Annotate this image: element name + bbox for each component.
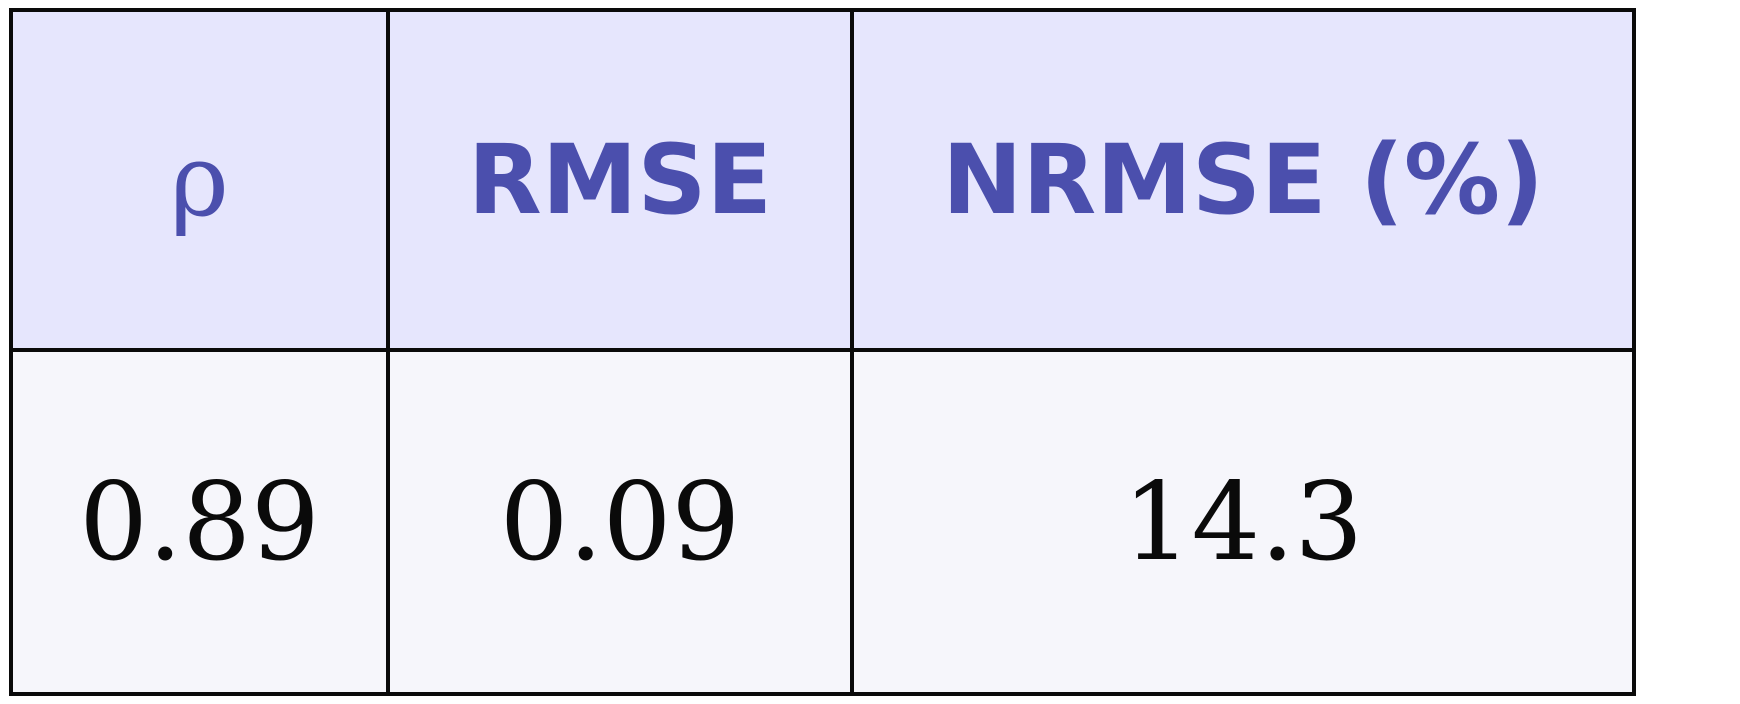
metrics-table: ρ RMSE NRMSE (%) 0.89 0.09 14.3 [9, 8, 1636, 696]
cell-rmse-value: 0.09 [386, 348, 854, 696]
table-header: ρ RMSE NRMSE (%) [9, 8, 1636, 352]
table-body: 0.89 0.09 14.3 [9, 348, 1636, 696]
header-nrmse: NRMSE (%) [850, 8, 1636, 352]
header-rmse: RMSE [386, 8, 854, 352]
cell-nrmse-value: 14.3 [850, 348, 1636, 696]
header-rho: ρ [9, 8, 390, 352]
table-row: 0.89 0.09 14.3 [9, 348, 1636, 696]
header-row: ρ RMSE NRMSE (%) [9, 8, 1636, 352]
cell-rho-value: 0.89 [9, 348, 390, 696]
